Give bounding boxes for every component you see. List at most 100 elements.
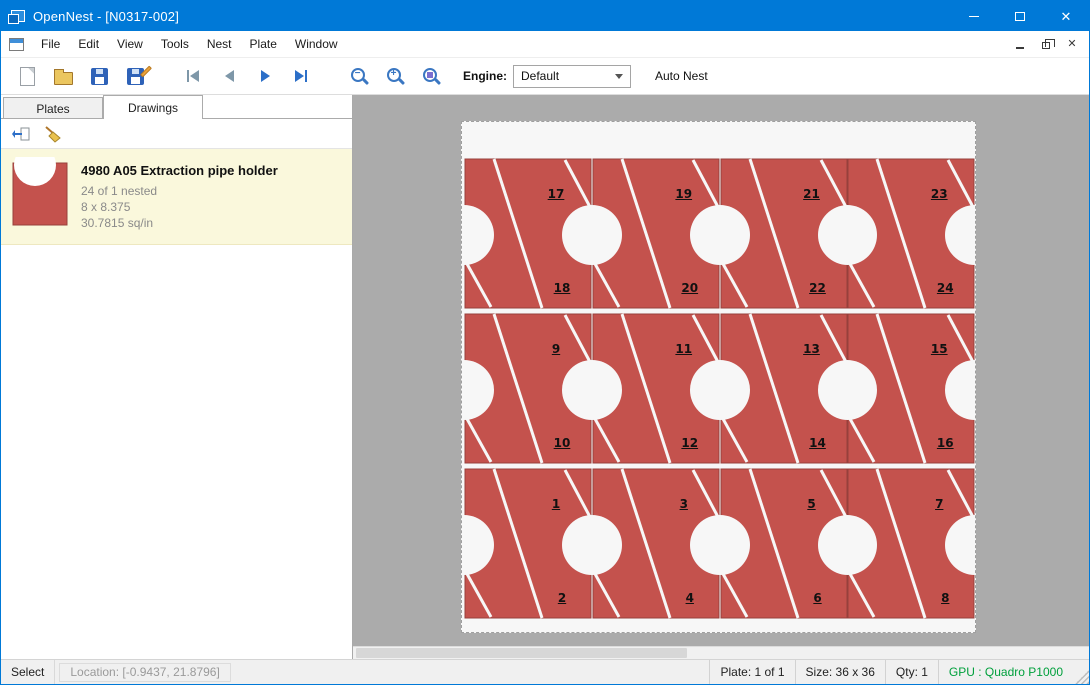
resize-grip[interactable] xyxy=(1075,670,1089,684)
menu-plate[interactable]: Plate xyxy=(241,32,286,56)
save-edit-button[interactable] xyxy=(117,61,153,92)
save-icon xyxy=(91,68,108,85)
go-first-icon xyxy=(187,70,199,82)
maximize-icon xyxy=(1015,12,1025,21)
nested-part-pair[interactable]: 34 xyxy=(592,467,720,620)
nested-part-pair[interactable]: 13 14 xyxy=(720,312,848,465)
new-file-button[interactable] xyxy=(9,61,45,92)
part-number[interactable]: 11 xyxy=(664,342,704,356)
part-number[interactable]: 21 xyxy=(792,187,832,201)
nest-canvas[interactable]: 171819202122232491011121314151612345678 xyxy=(353,95,1089,659)
part-number[interactable]: 7 xyxy=(919,497,959,511)
mdi-close-icon: ✕ xyxy=(1067,39,1076,50)
go-next-icon xyxy=(261,70,270,82)
canvas-horizontal-scrollbar[interactable] xyxy=(353,646,1089,659)
nested-part-pair[interactable]: 1516 xyxy=(847,312,975,465)
zoom-out-icon: − xyxy=(351,68,365,82)
open-file-button[interactable] xyxy=(45,61,81,92)
part-number[interactable]: 9 xyxy=(536,342,576,356)
part-number[interactable]: 1 xyxy=(536,497,576,511)
go-previous-icon xyxy=(225,70,234,82)
mdi-restore-button[interactable] xyxy=(1035,35,1057,53)
go-first-button[interactable] xyxy=(175,61,211,92)
engine-dropdown[interactable]: Default xyxy=(513,65,631,88)
go-last-icon xyxy=(295,70,307,82)
status-qty: Qty: 1 xyxy=(885,660,938,684)
part-number[interactable]: 19 xyxy=(664,187,704,201)
clear-drawings-button[interactable] xyxy=(39,121,67,146)
app-icon xyxy=(11,10,25,22)
menu-nest[interactable]: Nest xyxy=(198,32,241,56)
menu-window[interactable]: Window xyxy=(286,32,347,56)
part-number[interactable]: 3 xyxy=(664,497,704,511)
drawings-toolbar xyxy=(1,119,352,149)
chevron-down-icon xyxy=(615,74,623,79)
nested-part-pair[interactable]: 9 10 xyxy=(464,312,592,465)
nested-part-pair[interactable]: 21 22 xyxy=(720,157,848,310)
zoom-fit-icon xyxy=(423,68,437,82)
status-size: Size: 36 x 36 xyxy=(795,660,885,684)
status-plate: Plate: 1 of 1 xyxy=(709,660,794,684)
part-number[interactable]: 5 xyxy=(792,497,832,511)
part-number[interactable]: 10 xyxy=(542,436,582,450)
close-icon: ✕ xyxy=(1061,10,1072,23)
menu-bar: File Edit View Tools Nest Plate Window ✕ xyxy=(1,31,1089,58)
nested-part-pair[interactable]: 11 12 xyxy=(592,312,720,465)
drawing-area: 30.7815 sq/in xyxy=(81,215,278,231)
nested-part-pair[interactable]: 1920 xyxy=(592,157,720,310)
mdi-restore-icon xyxy=(1042,42,1050,49)
plate: 171819202122232491011121314151612345678 xyxy=(461,121,976,633)
scrollbar-thumb[interactable] xyxy=(356,648,687,658)
drawing-thumbnail xyxy=(11,157,69,234)
title-bar: OpenNest - [N0317-002] ✕ xyxy=(1,1,1089,31)
nested-part-pair[interactable]: 56 xyxy=(720,467,848,620)
menu-file[interactable]: File xyxy=(32,32,69,56)
tab-drawings[interactable]: Drawings xyxy=(103,95,203,119)
part-number[interactable]: 15 xyxy=(919,342,959,356)
import-drawings-button[interactable] xyxy=(7,121,35,146)
app-window: OpenNest - [N0317-002] ✕ File Edit View … xyxy=(0,0,1090,685)
zoom-fit-button[interactable] xyxy=(413,61,449,92)
part-number[interactable]: 23 xyxy=(919,187,959,201)
part-number[interactable]: 4 xyxy=(670,591,710,605)
new-file-icon xyxy=(20,67,35,86)
document-window-icon xyxy=(9,38,24,51)
part-number[interactable]: 18 xyxy=(542,281,582,295)
zoom-out-button[interactable]: − xyxy=(341,61,377,92)
part-number[interactable]: 17 xyxy=(536,187,576,201)
close-button[interactable]: ✕ xyxy=(1043,1,1089,31)
open-folder-icon xyxy=(54,72,73,85)
nested-part-pair[interactable]: 78 xyxy=(847,467,975,620)
go-last-button[interactable] xyxy=(283,61,319,92)
broom-icon xyxy=(44,125,62,143)
part-number[interactable]: 24 xyxy=(925,281,965,295)
nested-part-pair[interactable]: 12 xyxy=(464,467,592,620)
drawing-list-item[interactable]: 4980 A05 Extraction pipe holder 24 of 1 … xyxy=(1,149,352,245)
part-number[interactable]: 13 xyxy=(792,342,832,356)
part-number[interactable]: 12 xyxy=(670,436,710,450)
zoom-in-button[interactable]: + xyxy=(377,61,413,92)
menu-view[interactable]: View xyxy=(108,32,152,56)
tab-plates[interactable]: Plates xyxy=(3,97,103,119)
mdi-close-button[interactable]: ✕ xyxy=(1061,35,1083,53)
part-number[interactable]: 22 xyxy=(798,281,838,295)
go-previous-button[interactable] xyxy=(211,61,247,92)
tab-strip: Plates Drawings xyxy=(1,95,352,119)
maximize-button[interactable] xyxy=(997,1,1043,31)
minimize-button[interactable] xyxy=(951,1,997,31)
part-number[interactable]: 14 xyxy=(798,436,838,450)
go-next-button[interactable] xyxy=(247,61,283,92)
zoom-in-icon: + xyxy=(387,68,401,82)
nested-part-pair[interactable]: 1718 xyxy=(464,157,592,310)
part-number[interactable]: 2 xyxy=(542,591,582,605)
part-number[interactable]: 8 xyxy=(925,591,965,605)
menu-edit[interactable]: Edit xyxy=(69,32,108,56)
mdi-minimize-button[interactable] xyxy=(1009,35,1031,53)
part-number[interactable]: 20 xyxy=(670,281,710,295)
part-number[interactable]: 6 xyxy=(798,591,838,605)
menu-tools[interactable]: Tools xyxy=(152,32,198,56)
save-button[interactable] xyxy=(81,61,117,92)
part-number[interactable]: 16 xyxy=(925,436,965,450)
auto-nest-button[interactable]: Auto Nest xyxy=(645,63,718,89)
nested-part-pair[interactable]: 23 24 xyxy=(847,157,975,310)
